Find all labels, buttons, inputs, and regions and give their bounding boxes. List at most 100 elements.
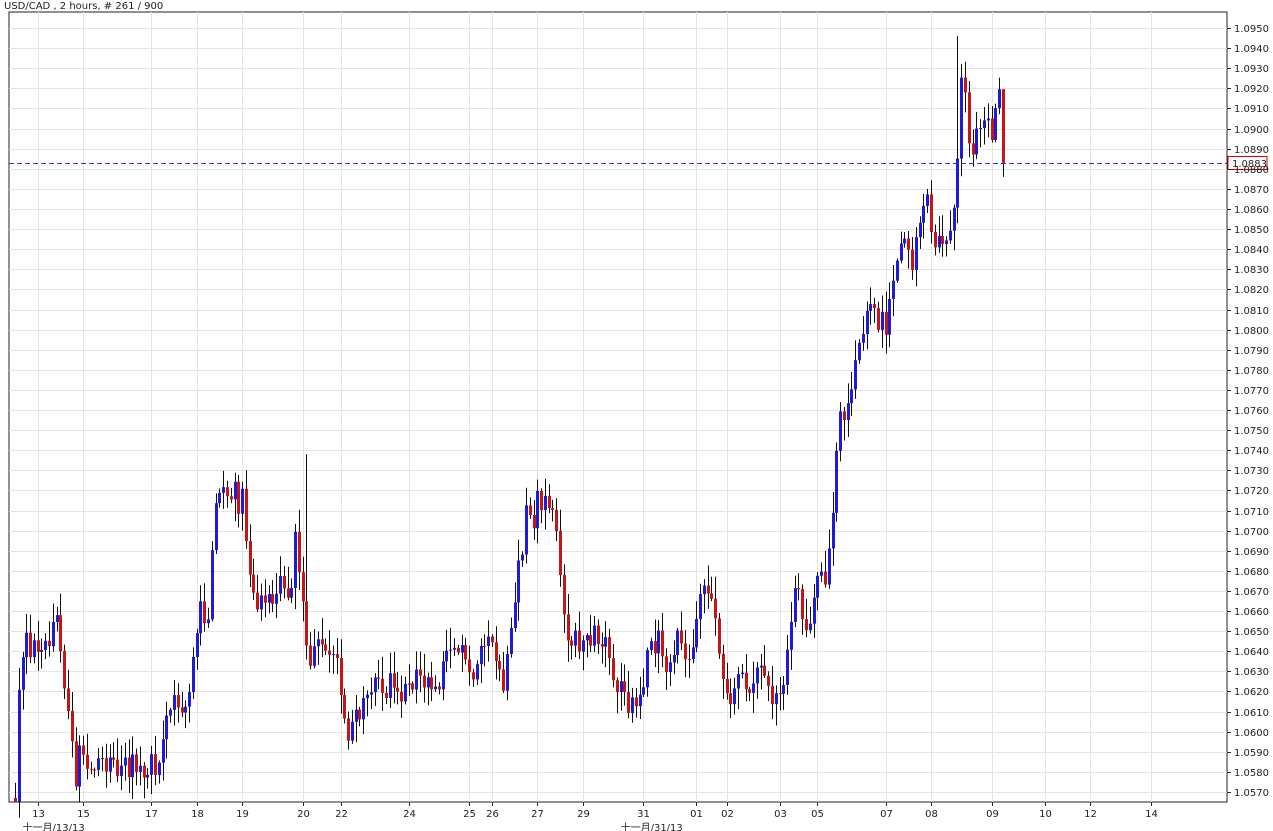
x-tick-label: 14 [1145,809,1158,820]
candle [256,575,259,613]
candle [608,628,611,676]
candle [135,748,138,786]
candle [82,735,85,765]
candle [101,746,104,772]
candle [733,677,736,715]
candle [869,287,872,325]
candle [196,628,199,670]
candle [635,687,638,718]
candle [858,339,861,364]
candle [699,583,702,639]
candle [548,484,551,514]
y-tick-label: 1.0940 [1234,44,1269,55]
candle [843,407,846,441]
candle [442,651,445,701]
y-tick-label: 1.0950 [1234,24,1269,35]
candle [165,701,168,759]
x-tick-label: 09 [986,809,999,820]
candle [964,61,967,113]
candle [328,630,331,673]
candle [612,644,615,688]
x-tick-label: 26 [486,809,499,820]
candle [813,584,816,638]
candle [487,620,490,662]
candle [786,635,789,695]
candle [695,601,698,653]
candle [336,637,339,675]
candle [968,80,971,158]
candle [445,629,448,673]
y-tick-label: 1.0640 [1234,647,1269,658]
candle [491,634,494,647]
y-tick-label: 1.0620 [1234,687,1269,698]
x-tick-label: 22 [335,809,348,820]
y-tick-label: 1.0660 [1234,607,1269,618]
candle [972,129,975,167]
candle [983,106,986,145]
y-tick-label: 1.0850 [1234,225,1269,236]
candle [188,683,191,723]
candle [896,258,899,283]
x-tick-label: 05 [811,809,824,820]
candle [820,562,823,583]
candle [510,617,513,658]
candle [33,633,36,664]
candle [203,583,206,632]
candle [423,653,426,703]
y-tick-label: 1.0910 [1234,104,1269,115]
x-tick-label: 17 [145,809,158,820]
candle [582,635,585,671]
candle [657,620,660,673]
candle [941,215,944,257]
candle [158,760,161,784]
candle [540,488,543,524]
y-tick-label: 1.0790 [1234,346,1269,357]
candle [63,644,66,700]
candle [654,619,657,668]
candle [714,576,717,636]
x-tick-label: 29 [577,809,590,820]
candle [199,585,202,646]
candle [979,119,982,148]
candle [676,627,679,664]
y-tick-label: 1.0800 [1234,326,1269,337]
candle [570,635,573,660]
candle [457,644,460,656]
candle [824,550,827,588]
candle [915,227,918,287]
candle [544,478,547,530]
candle [385,686,388,704]
candle [377,659,380,690]
candle [563,564,566,633]
x-tick-label: 13 [32,809,45,820]
candle [745,654,748,702]
x-tick-label: 18 [191,809,204,820]
candle [555,498,558,542]
candle [680,611,683,651]
candle [109,744,112,783]
candle [25,614,28,675]
candle [551,499,554,522]
candle [616,677,619,714]
candle [252,558,255,601]
candle [241,481,244,531]
candle [419,651,422,693]
candle [900,231,903,264]
x-tick-label: 15 [77,809,90,820]
candle [222,470,225,509]
candle [415,651,418,704]
candle [506,645,509,701]
candle [249,524,252,588]
y-tick-label: 1.0760 [1234,406,1269,417]
candle [888,282,891,348]
candle [756,662,759,699]
x-tick-label: 07 [880,809,893,820]
x-tick-label: 25 [463,809,476,820]
y-tick-label: 1.0820 [1234,285,1269,296]
y-tick-label: 1.0600 [1234,728,1269,739]
candle [340,639,343,714]
date-marker-label: 十一月/13/13 [23,821,85,831]
candle [597,619,600,654]
candle [22,651,25,710]
candlestick-chart[interactable]: USD/CAD , 2 hours, # 261 / 900 1.0883 1.… [0,0,1273,831]
